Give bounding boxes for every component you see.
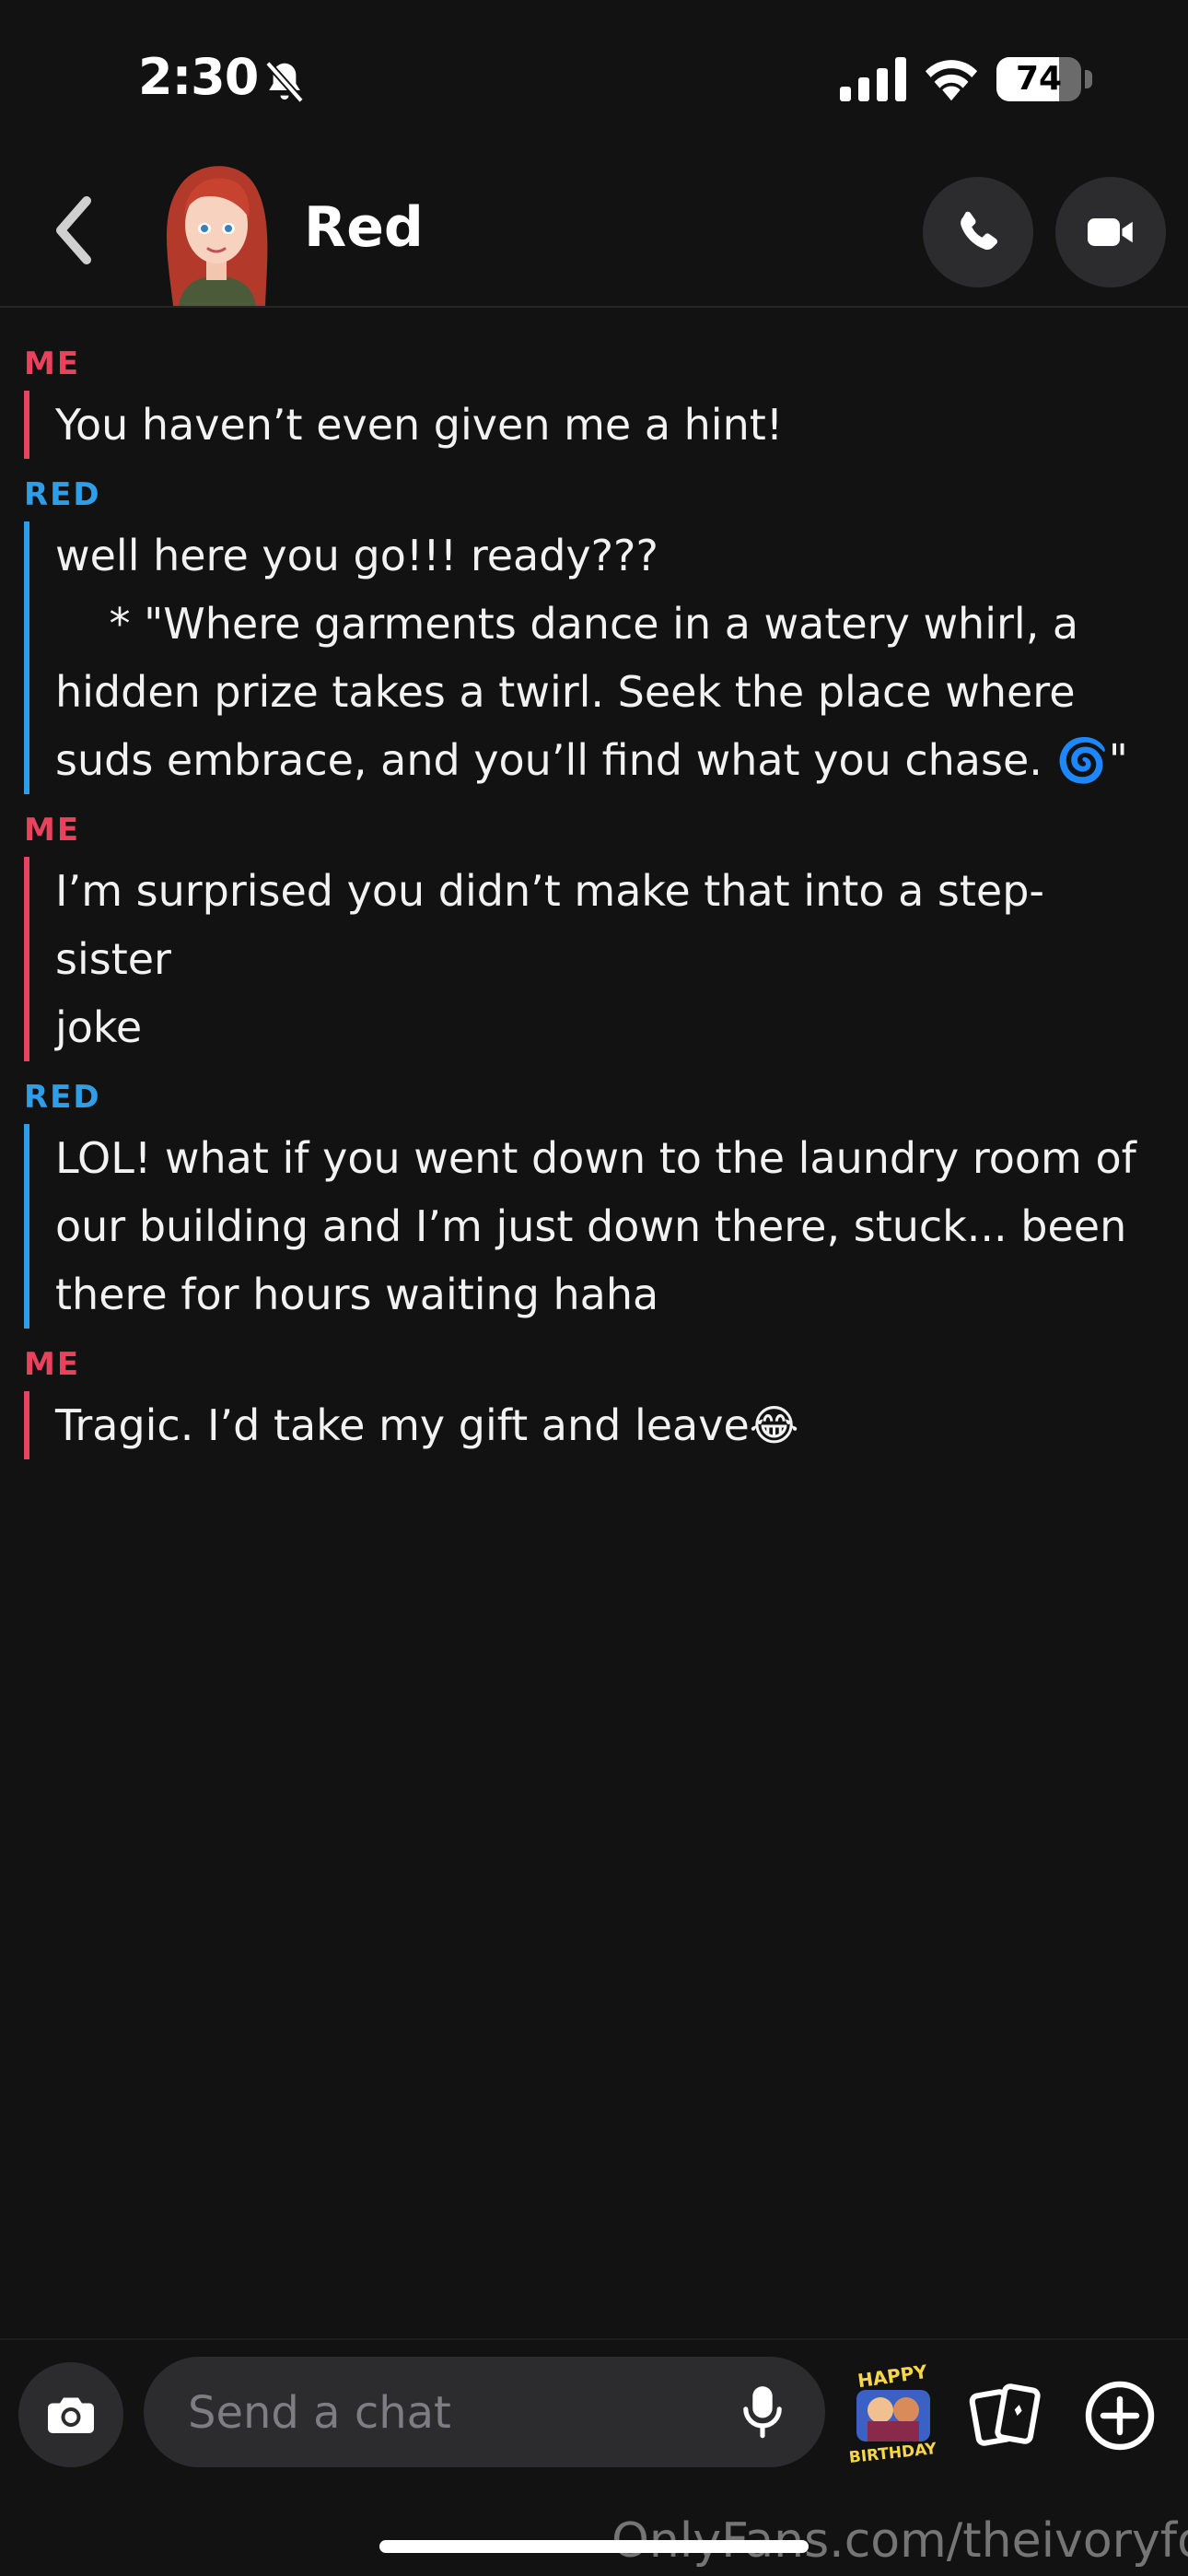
composer-bar: HAPPY BIRTHDAY [0, 2338, 1188, 2488]
message-line: Tragic. I’d take my gift and leave😂 [55, 1400, 799, 1450]
chat-input-container [144, 2357, 825, 2467]
sender-label-me: ME [24, 1346, 81, 1383]
video-camera-icon [1088, 218, 1133, 246]
wifi-icon [925, 60, 978, 101]
message-group-red: RED well here you go!!! ready??? * "Wher… [24, 474, 1151, 794]
sender-label-me: ME [24, 812, 81, 849]
message-text[interactable]: I’m surprised you didn’t make that into … [24, 857, 1151, 1061]
camera-button[interactable] [18, 2362, 123, 2467]
battery-tip [1085, 70, 1092, 88]
message-group-red: RED LOL! what if you went down to the la… [24, 1076, 1151, 1329]
message-line: LOL! what if you went down to the laundr… [55, 1133, 1136, 1183]
sender-label-red: RED [24, 1079, 101, 1116]
message-group-me: ME Tragic. I’d take my gift and leave😂 [24, 1343, 1151, 1459]
sender-label-me: ME [24, 345, 81, 382]
battery-indicator: 74 [996, 57, 1081, 101]
status-bar: 2:30 74 [0, 0, 1188, 157]
chat-header: Red [0, 157, 1188, 308]
message-line: joke [55, 1002, 143, 1052]
message-line: our building and I’m just down there, st… [55, 1201, 1127, 1251]
message-line: hidden prize takes a twirl. Seek the pla… [55, 667, 1076, 717]
status-time: 2:30 [138, 48, 259, 106]
message-text[interactable]: LOL! what if you went down to the laundr… [24, 1124, 1151, 1329]
contact-name[interactable]: Red [304, 195, 424, 260]
sender-label-red: RED [24, 476, 101, 513]
message-group-me: ME I’m surprised you didn’t make that in… [24, 809, 1151, 1061]
phone-icon [961, 211, 997, 251]
chat-screen: 2:30 74 Red ME You haven’t even given me… [0, 0, 1188, 2576]
voice-call-button[interactable] [923, 177, 1033, 287]
message-line: You haven’t even given me a hint! [55, 400, 784, 450]
message-line: I’m surprised you didn’t make that into … [55, 866, 1044, 984]
cellular-signal-icon [840, 57, 906, 101]
message-text[interactable]: Tragic. I’d take my gift and leave😂 [24, 1391, 1151, 1459]
cards-icon[interactable] [969, 2379, 1044, 2453]
microphone-icon[interactable] [739, 2384, 786, 2440]
message-line: there for hours waiting haha [55, 1270, 659, 1319]
message-list: ME You haven’t even given me a hint! RED… [0, 343, 1188, 1459]
video-call-button[interactable] [1055, 177, 1166, 287]
message-text[interactable]: You haven’t even given me a hint! [24, 391, 1151, 459]
message-line: * "Where garments dance in a watery whir… [55, 599, 1079, 649]
back-chevron-icon[interactable] [46, 193, 101, 267]
camera-icon [48, 2397, 94, 2433]
plus-circle-icon[interactable] [1083, 2379, 1157, 2453]
sticker-text-top: HAPPY [856, 2362, 929, 2392]
message-text[interactable]: well here you go!!! ready??? * "Where ga… [24, 521, 1151, 794]
message-line: suds embrace, and you’ll find what you c… [55, 735, 1128, 785]
birthday-sticker-icon[interactable]: HAPPY BIRTHDAY [847, 2362, 939, 2464]
bell-slash-icon [265, 61, 304, 103]
avatar[interactable] [155, 157, 278, 306]
sticker-text-bottom: BIRTHDAY [848, 2440, 938, 2464]
message-group-me: ME You haven’t even given me a hint! [24, 343, 1151, 459]
message-line: well here you go!!! ready??? [55, 531, 658, 580]
chat-input[interactable] [186, 2375, 705, 2451]
battery-level: 74 [1015, 60, 1063, 98]
watermark: OnlyFans.com/theivoryfox [611, 2513, 1188, 2569]
